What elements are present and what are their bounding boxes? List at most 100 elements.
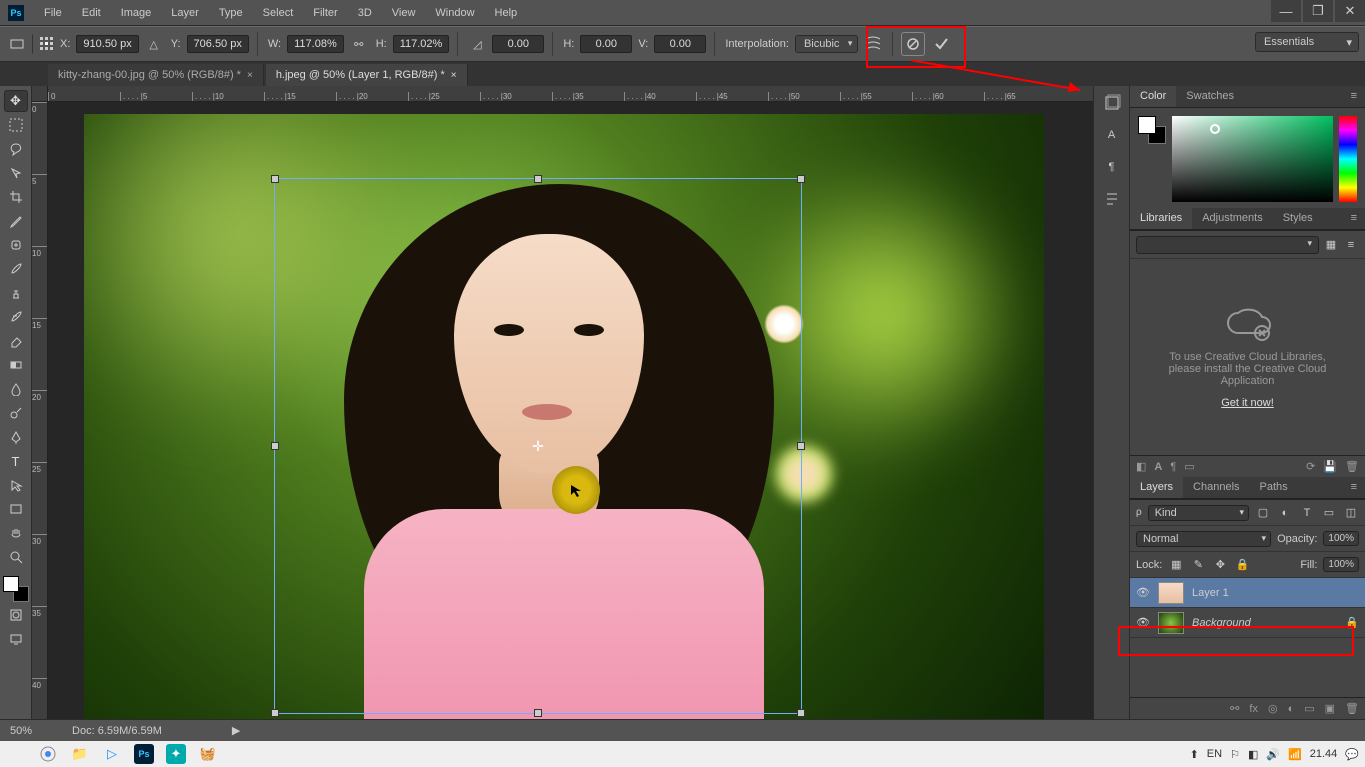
filter-icon[interactable]: ◧ xyxy=(1136,460,1146,473)
menu-filter[interactable]: Filter xyxy=(303,3,347,23)
color-field[interactable] xyxy=(1172,116,1333,202)
hand-tool[interactable] xyxy=(4,522,28,544)
filter-type-icon[interactable]: T xyxy=(1299,507,1315,519)
visibility-toggle[interactable]: 👁 xyxy=(1136,586,1150,599)
tray-network-icon[interactable]: 📶 xyxy=(1288,748,1302,761)
zoom-tool[interactable] xyxy=(4,546,28,568)
filter-pixel-icon[interactable]: ▢ xyxy=(1255,506,1271,519)
clone-stamp-tool[interactable] xyxy=(4,282,28,304)
ruler-vertical[interactable]: 0510152025303540 xyxy=(32,102,48,719)
interpolation-dropdown[interactable]: Bicubic xyxy=(795,35,858,53)
transform-handle[interactable] xyxy=(797,175,805,183)
type-tool[interactable]: T xyxy=(4,450,28,472)
taskbar-app-icon[interactable]: 🧺 xyxy=(198,744,218,764)
free-transform-box[interactable]: ✛ xyxy=(274,178,802,714)
filter-shape-icon[interactable]: ▭ xyxy=(1321,506,1337,519)
crop-tool[interactable] xyxy=(4,186,28,208)
tab-layers[interactable]: Layers xyxy=(1130,477,1183,498)
menu-help[interactable]: Help xyxy=(485,3,528,23)
paragraph-panel-icon[interactable]: ¶ xyxy=(1101,156,1123,178)
pen-tool[interactable] xyxy=(4,426,28,448)
gradient-tool[interactable] xyxy=(4,354,28,376)
doc-tab-1[interactable]: kitty-zhang-00.jpg @ 50% (RGB/8#) *× xyxy=(48,64,264,86)
move-tool[interactable]: ✥ xyxy=(4,90,28,112)
tray-icon[interactable]: ◧ xyxy=(1248,748,1258,761)
transform-handle[interactable] xyxy=(797,442,805,450)
taskbar-photoshop-icon[interactable]: Ps xyxy=(134,744,154,764)
group-icon[interactable]: ▭ xyxy=(1304,702,1314,715)
transform-handle[interactable] xyxy=(534,709,542,717)
rotate-value[interactable]: 0.00 xyxy=(492,35,544,53)
history-brush-tool[interactable] xyxy=(4,306,28,328)
menu-3d[interactable]: 3D xyxy=(348,3,382,23)
panel-menu-icon[interactable]: ≡ xyxy=(1343,86,1365,107)
close-button[interactable]: ✕ xyxy=(1335,0,1365,22)
opacity-value[interactable]: 100% xyxy=(1323,531,1359,546)
eyedropper-tool[interactable] xyxy=(4,210,28,232)
tab-color[interactable]: Color xyxy=(1130,86,1176,107)
type-filter-icon[interactable]: A xyxy=(1154,461,1162,473)
transform-handle[interactable] xyxy=(797,709,805,717)
adjustment-layer-icon[interactable]: ◐ xyxy=(1288,703,1295,715)
tab-paths[interactable]: Paths xyxy=(1250,477,1298,498)
ruler-origin[interactable] xyxy=(32,86,48,102)
w-value[interactable]: 117.08% xyxy=(287,35,344,53)
delta-icon[interactable]: △ xyxy=(143,33,165,55)
layer-name[interactable]: Layer 1 xyxy=(1192,587,1359,599)
y-value[interactable]: 706.50 px xyxy=(187,35,249,53)
tab-styles[interactable]: Styles xyxy=(1273,208,1323,229)
lock-paint-icon[interactable]: ✎ xyxy=(1190,558,1206,571)
character-panel-icon[interactable]: A xyxy=(1101,124,1123,146)
properties-panel-icon[interactable] xyxy=(1101,188,1123,210)
library-dropdown[interactable] xyxy=(1136,236,1319,254)
tab-libraries[interactable]: Libraries xyxy=(1130,208,1192,229)
workspace-dropdown[interactable]: Essentials xyxy=(1255,32,1359,52)
link-layers-icon[interactable]: ⚯ xyxy=(1230,702,1239,715)
taskbar-apple-icon[interactable] xyxy=(6,744,26,764)
tray-time[interactable]: 21.44 xyxy=(1310,748,1338,760)
grid-view-icon[interactable]: ▦ xyxy=(1323,237,1339,253)
transform-pivot[interactable]: ✛ xyxy=(532,440,544,452)
taskbar-chrome-icon[interactable] xyxy=(38,744,58,764)
close-icon[interactable]: × xyxy=(451,70,457,81)
save-icon[interactable]: 💾 xyxy=(1323,460,1337,473)
quick-mask-toggle[interactable] xyxy=(4,604,28,626)
path-select-tool[interactable] xyxy=(4,474,28,496)
history-panel-icon[interactable] xyxy=(1101,92,1123,114)
fill-value[interactable]: 100% xyxy=(1323,557,1359,572)
tab-adjustments[interactable]: Adjustments xyxy=(1192,208,1273,229)
panel-menu-icon[interactable]: ≡ xyxy=(1343,477,1365,498)
color-fgbg[interactable] xyxy=(1138,116,1166,144)
taskbar-folder-icon[interactable]: 📁 xyxy=(70,744,90,764)
transform-tool-icon[interactable] xyxy=(6,33,28,55)
cancel-transform-button[interactable] xyxy=(901,32,925,56)
kind-filter[interactable]: Kind xyxy=(1148,505,1249,521)
layer-row[interactable]: 👁 Layer 1 xyxy=(1130,578,1365,608)
h-value[interactable]: 117.02% xyxy=(393,35,450,53)
layer-comp-icon[interactable]: ▭ xyxy=(1184,460,1194,473)
paragraph-filter-icon[interactable]: ¶ xyxy=(1170,461,1176,473)
tab-swatches[interactable]: Swatches xyxy=(1176,86,1244,107)
taskbar-screenrec-icon[interactable]: ▷ xyxy=(102,744,122,764)
taskbar-app-icon[interactable]: ✦ xyxy=(166,744,186,764)
canvas[interactable]: 0. . . . |5. . . . |10. . . . |15. . . .… xyxy=(32,86,1093,719)
language-indicator[interactable]: EN xyxy=(1207,748,1222,760)
layer-thumbnail[interactable] xyxy=(1158,582,1184,604)
lasso-tool[interactable] xyxy=(4,138,28,160)
get-it-now-link[interactable]: Get it now! xyxy=(1221,397,1274,409)
ruler-horizontal[interactable]: 0. . . . |5. . . . |10. . . . |15. . . .… xyxy=(48,86,1093,102)
hskew-value[interactable]: 0.00 xyxy=(580,35,632,53)
screen-mode-toggle[interactable] xyxy=(4,628,28,650)
list-view-icon[interactable]: ≡ xyxy=(1343,237,1359,253)
minimize-button[interactable]: — xyxy=(1271,0,1301,22)
menu-view[interactable]: View xyxy=(382,3,426,23)
menu-select[interactable]: Select xyxy=(253,3,304,23)
tray-notifications-icon[interactable]: 💬 xyxy=(1345,748,1359,761)
layer-row[interactable]: 👁 Background 🔒 xyxy=(1130,608,1365,638)
filter-adjust-icon[interactable]: ◐ xyxy=(1277,507,1293,519)
transform-handle[interactable] xyxy=(534,175,542,183)
menu-window[interactable]: Window xyxy=(425,3,484,23)
transform-handle[interactable] xyxy=(271,175,279,183)
menu-image[interactable]: Image xyxy=(111,3,162,23)
tab-channels[interactable]: Channels xyxy=(1183,477,1249,498)
